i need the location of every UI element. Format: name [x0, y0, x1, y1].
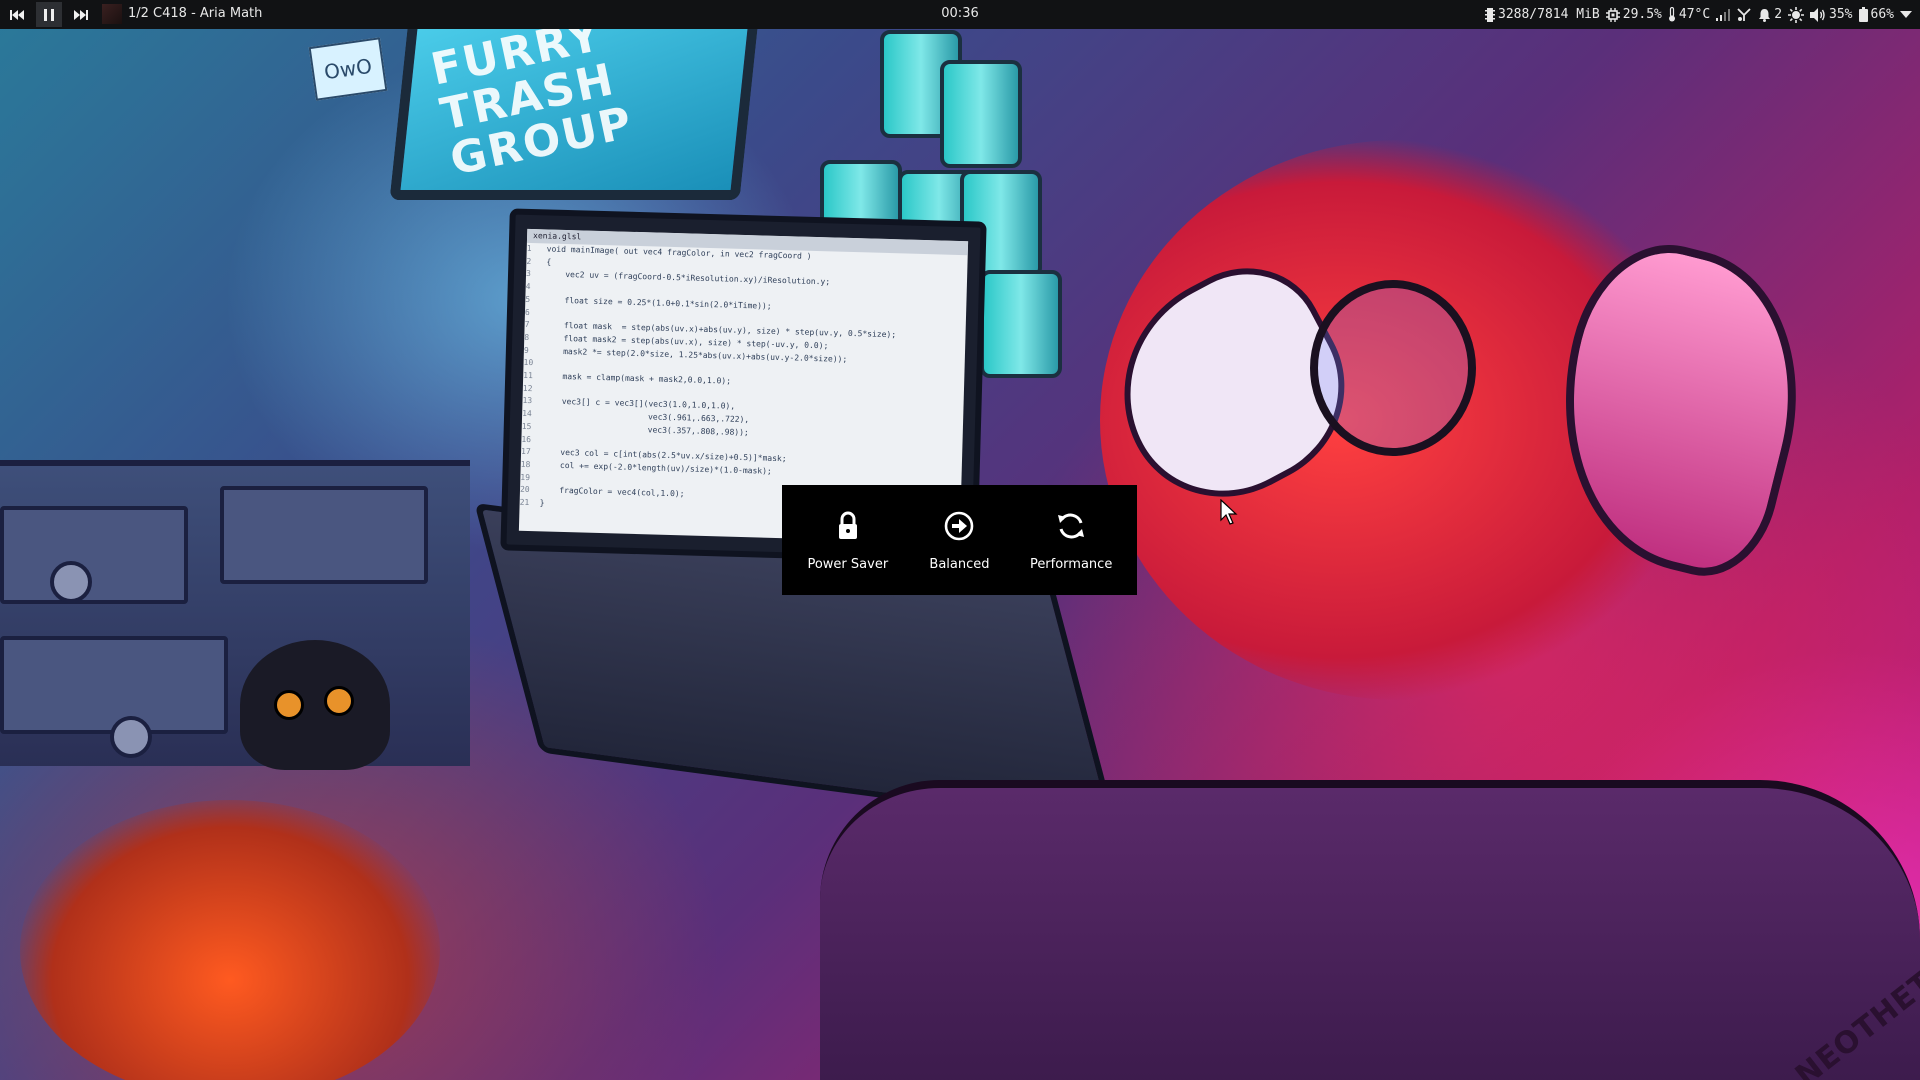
- skip-forward-icon: [74, 9, 88, 20]
- memory-value: 3288/7814 MiB: [1498, 7, 1600, 22]
- code-line-number: 15: [521, 421, 532, 431]
- power-profile-menu: Power Saver Balanced Performance: [782, 485, 1137, 595]
- code-line-number: 4: [525, 281, 531, 292]
- speaker-icon: [1810, 7, 1825, 22]
- code-line-number: 21: [519, 497, 530, 508]
- code-line-number: 10: [523, 358, 534, 368]
- tray-expand-button[interactable]: [1900, 10, 1912, 19]
- code-line-number: 8: [524, 332, 530, 342]
- notification-count: 2: [1774, 7, 1783, 22]
- top-bar: 1/2 C418 - Aria Math 00:36 3288/7814 MiB…: [0, 0, 1920, 29]
- code-line-number: 3: [525, 269, 532, 279]
- code-line-number: 1: [526, 243, 532, 254]
- code-line-number: 18: [520, 459, 531, 470]
- code-line-number: 9: [523, 345, 529, 355]
- battery-indicator[interactable]: 66%: [1858, 7, 1894, 22]
- track-label[interactable]: 1/2 C418 - Aria Math: [128, 6, 262, 21]
- cpu-icon: [1605, 7, 1620, 22]
- arrow-circle-icon: [945, 511, 974, 540]
- battery-value: 66%: [1870, 7, 1894, 22]
- play-pause-button[interactable]: [36, 2, 62, 27]
- thermometer-icon: [1668, 7, 1675, 22]
- battery-icon: [1858, 7, 1868, 22]
- signal-icon: [1716, 8, 1731, 21]
- performance-label: Performance: [1029, 556, 1113, 572]
- code-line-number: 13: [522, 396, 533, 406]
- wallpaper-hoodie: [820, 780, 1920, 1080]
- code-line-number: 19: [520, 472, 531, 482]
- next-track-button[interactable]: [68, 2, 94, 27]
- code-line-number: 17: [520, 447, 531, 457]
- code-line-number: 16: [521, 434, 532, 444]
- power-saver-option[interactable]: Power Saver: [793, 490, 903, 590]
- clock[interactable]: 00:36: [941, 6, 978, 21]
- cpu-indicator[interactable]: 29.5%: [1605, 7, 1662, 22]
- memory-icon: [1485, 7, 1495, 22]
- previous-track-button[interactable]: [4, 2, 30, 27]
- network-indicator[interactable]: [1716, 8, 1731, 21]
- temperature-indicator[interactable]: 47°C: [1668, 7, 1710, 22]
- code-line-text: {: [546, 257, 552, 267]
- code-lines: 1 void mainImage( out vec4 fragColor, in …: [519, 243, 967, 522]
- wallpaper-desk: [0, 460, 470, 766]
- wallpaper-glasses: [1310, 280, 1476, 456]
- brightness-icon: [1788, 6, 1805, 23]
- memory-indicator[interactable]: 3288/7814 MiB: [1485, 7, 1600, 22]
- status-area: 3288/7814 MiB 29.5% 47°C 2 35% 66%: [1485, 0, 1912, 29]
- wallpaper-cat: [240, 640, 390, 770]
- wallpaper-tail: [20, 800, 440, 1080]
- notifications-indicator[interactable]: 2: [1758, 7, 1782, 22]
- code-line-number: 12: [522, 383, 533, 393]
- code-line-number: 20: [519, 485, 530, 495]
- skip-back-icon: [10, 9, 24, 20]
- power-saver-label: Power Saver: [807, 556, 889, 572]
- temperature-value: 47°C: [1678, 7, 1711, 22]
- code-line-number: 6: [524, 307, 530, 317]
- wallpaper-sticky-note: OwO: [308, 37, 388, 101]
- lock-icon: [838, 511, 857, 539]
- balanced-label: Balanced: [929, 556, 990, 572]
- mouse-cursor-icon: [1220, 499, 1238, 525]
- volume-indicator[interactable]: 35%: [1810, 7, 1853, 22]
- chevron-down-icon: [1900, 10, 1912, 18]
- pause-icon: [44, 8, 54, 21]
- code-line-number: 7: [524, 320, 530, 330]
- kde-connect-indicator[interactable]: [1736, 7, 1752, 22]
- album-art: [102, 4, 122, 24]
- phone-link-icon: [1737, 8, 1751, 21]
- code-line-text: }: [539, 498, 545, 508]
- bell-icon: [1759, 8, 1771, 22]
- cpu-value: 29.5%: [1622, 7, 1662, 22]
- code-line-number: 14: [522, 408, 532, 419]
- code-line-number: 2: [526, 256, 532, 266]
- code-line-number: 5: [525, 294, 531, 304]
- code-line-text: fragColor = vec4(col,1.0);: [539, 485, 685, 499]
- balanced-option[interactable]: Balanced: [904, 490, 1014, 590]
- performance-option[interactable]: Performance: [1016, 490, 1126, 590]
- brightness-indicator[interactable]: [1788, 6, 1805, 23]
- volume-value: 35%: [1829, 7, 1853, 22]
- refresh-icon: [1058, 513, 1085, 538]
- code-line-number: 11: [523, 370, 533, 381]
